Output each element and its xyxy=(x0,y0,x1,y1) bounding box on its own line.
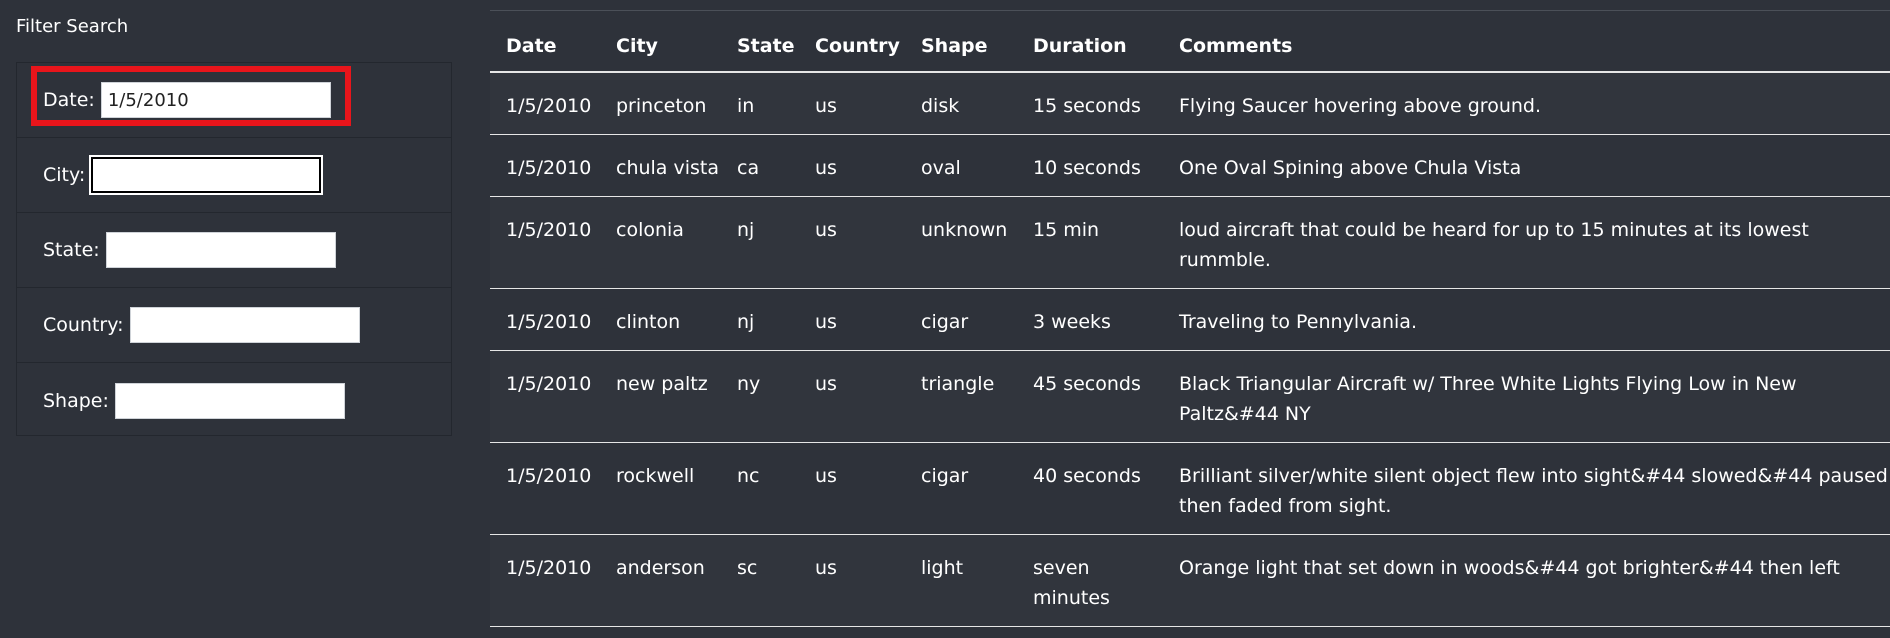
filter-row-date: Date: xyxy=(17,63,451,138)
cell-shape: disk xyxy=(905,72,1017,135)
cell-date: 1/5/2010 xyxy=(490,134,600,197)
sightings-table-container: Date City State Country Shape Duration C… xyxy=(490,10,1890,627)
cell-state: ny xyxy=(721,350,799,443)
cell-country: us xyxy=(799,442,905,535)
header-date: Date xyxy=(490,10,600,73)
cell-duration: 3 weeks xyxy=(1017,288,1163,351)
city-input[interactable] xyxy=(91,157,322,193)
table-row: 1/5/2010 princeton in us disk 15 seconds Flyin… xyxy=(490,72,1890,135)
cell-comments: Flying Saucer hovering above ground. xyxy=(1163,72,1890,135)
cell-duration: 45 seconds xyxy=(1017,350,1163,443)
cell-city: new paltz xyxy=(600,350,721,443)
cell-state: nj xyxy=(721,196,799,289)
table-row: 1/5/2010 colonia nj us unknown 15 min loud air… xyxy=(490,196,1890,289)
cell-shape: triangle xyxy=(905,350,1017,443)
cell-country: us xyxy=(799,350,905,443)
cell-date: 1/5/2010 xyxy=(490,72,600,135)
cell-comments: Black Triangular Aircraft w/ Three White… xyxy=(1163,350,1890,443)
table-row: 1/5/2010 clinton nj us cigar 3 weeks Traveling… xyxy=(490,288,1890,351)
cell-shape: cigar xyxy=(905,288,1017,351)
filter-row-shape: Shape: xyxy=(17,363,451,438)
header-state: State xyxy=(721,10,799,73)
header-country: Country xyxy=(799,10,905,73)
header-city: City xyxy=(600,10,721,73)
filter-row-state: State: xyxy=(17,213,451,288)
cell-country: us xyxy=(799,288,905,351)
cell-city: rockwell xyxy=(600,442,721,535)
country-label: Country: xyxy=(43,314,124,336)
cell-state: ca xyxy=(721,134,799,197)
cell-city: clinton xyxy=(600,288,721,351)
table-row: 1/5/2010 anderson sc us light seven minutes Or… xyxy=(490,534,1890,627)
cell-date: 1/5/2010 xyxy=(490,196,600,289)
filter-search-title: Filter Search xyxy=(16,16,129,37)
cell-duration: 15 min xyxy=(1017,196,1163,289)
header-shape: Shape xyxy=(905,10,1017,73)
cell-state: nc xyxy=(721,442,799,535)
cell-country: us xyxy=(799,534,905,627)
cell-duration: 15 seconds xyxy=(1017,72,1163,135)
table-body: 1/5/2010 princeton in us disk 15 seconds Flyin… xyxy=(490,72,1890,627)
table-row: 1/5/2010 rockwell nc us cigar 40 seconds Brill… xyxy=(490,442,1890,535)
cell-comments: Traveling to Pennylvania. xyxy=(1163,288,1890,351)
cell-duration: 10 seconds xyxy=(1017,134,1163,197)
cell-city: colonia xyxy=(600,196,721,289)
cell-country: us xyxy=(799,196,905,289)
table-row: 1/5/2010 chula vista ca us oval 10 seconds One… xyxy=(490,134,1890,197)
cell-date: 1/5/2010 xyxy=(490,442,600,535)
shape-label: Shape: xyxy=(43,389,109,412)
cell-state: in xyxy=(721,72,799,135)
cell-shape: unknown xyxy=(905,196,1017,289)
cell-shape: oval xyxy=(905,134,1017,197)
cell-city: anderson xyxy=(600,534,721,627)
state-label: State: xyxy=(43,239,100,261)
cell-city: chula vista xyxy=(600,134,721,197)
sightings-table: Date City State Country Shape Duration C… xyxy=(490,10,1890,627)
cell-shape: cigar xyxy=(905,442,1017,535)
filter-row-city: City: xyxy=(17,138,451,213)
cell-state: nj xyxy=(721,288,799,351)
table-header: Date City State Country Shape Duration C… xyxy=(490,10,1890,73)
cell-city: princeton xyxy=(600,72,721,135)
country-input[interactable] xyxy=(129,307,360,343)
cell-shape: light xyxy=(905,534,1017,627)
cell-comments: loud aircraft that could be heard for up… xyxy=(1163,196,1890,289)
header-duration: Duration xyxy=(1017,10,1163,73)
state-input[interactable] xyxy=(105,232,336,268)
header-comments: Comments xyxy=(1163,10,1890,73)
cell-comments: Orange light that set down in woods&#44 … xyxy=(1163,534,1890,627)
date-label: Date: xyxy=(43,89,95,111)
cell-state: sc xyxy=(721,534,799,627)
date-input[interactable] xyxy=(100,82,331,118)
cell-date: 1/5/2010 xyxy=(490,350,600,443)
filter-row-country: Country: xyxy=(17,288,451,363)
cell-date: 1/5/2010 xyxy=(490,288,600,351)
cell-duration: seven minutes xyxy=(1017,534,1163,627)
table-row: 1/5/2010 new paltz ny us triangle 45 seconds B… xyxy=(490,350,1890,443)
cell-comments: Brilliant silver/white silent object fle… xyxy=(1163,442,1890,535)
cell-comments: One Oval Spining above Chula Vista xyxy=(1163,134,1890,197)
city-label: City: xyxy=(43,164,86,186)
cell-date: 1/5/2010 xyxy=(490,534,600,627)
shape-input[interactable] xyxy=(114,382,345,419)
cell-country: us xyxy=(799,134,905,197)
cell-country: us xyxy=(799,72,905,135)
cell-duration: 40 seconds xyxy=(1017,442,1163,535)
filter-panel: Date: City: State: Country: Shape: xyxy=(16,62,452,436)
